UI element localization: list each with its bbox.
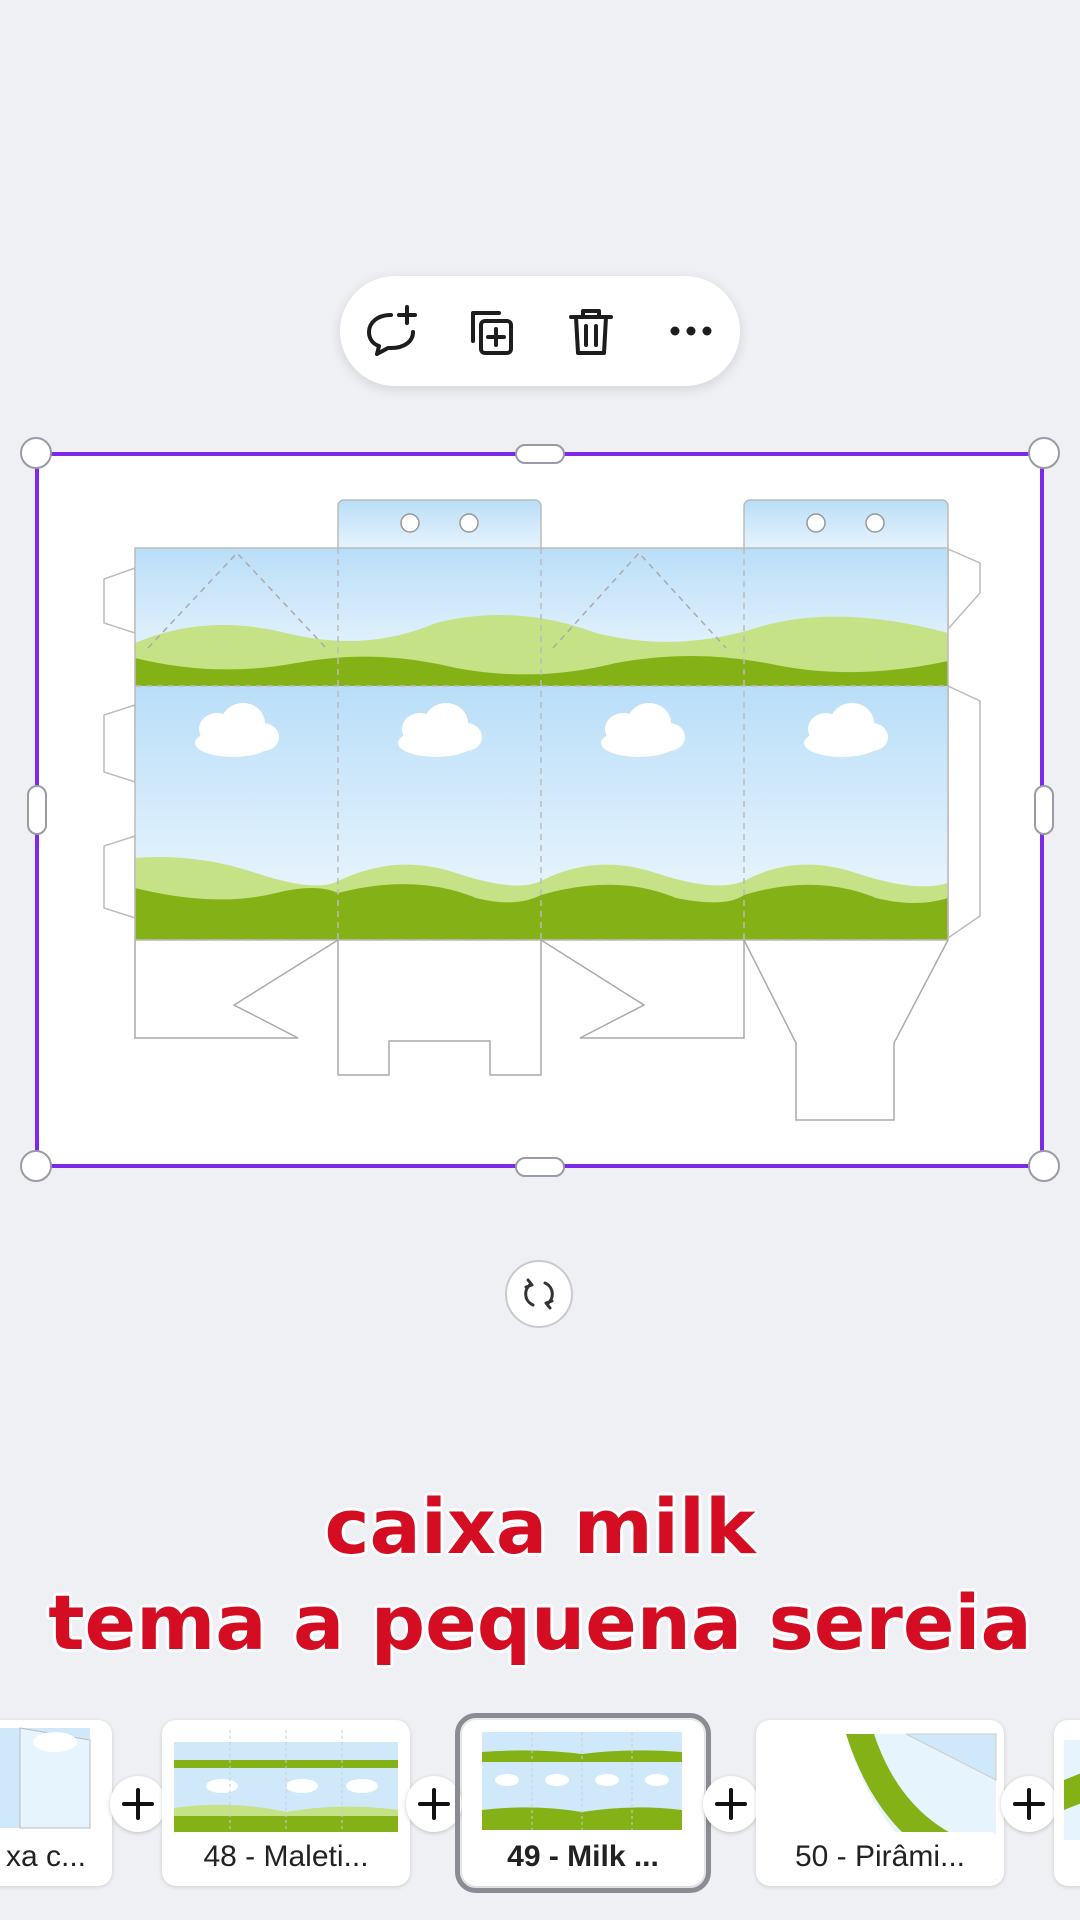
resize-handle-top-right[interactable]: [1028, 437, 1060, 469]
plus-icon: [715, 1788, 747, 1820]
page-thumbnail[interactable]: 48 - Maleti...: [162, 1720, 410, 1886]
plus-icon: [1013, 1788, 1045, 1820]
page-label: 49 - Milk ...: [468, 1832, 698, 1882]
duplicate-button[interactable]: [456, 296, 526, 366]
page-preview: [1064, 1740, 1080, 1840]
add-page-button[interactable]: [110, 1776, 166, 1832]
page-label: 50 - Pirâmi...: [762, 1832, 998, 1882]
page-label: 48 - Maleti...: [168, 1832, 404, 1882]
add-page-button[interactable]: [1001, 1776, 1057, 1832]
plus-icon: [122, 1788, 154, 1820]
resize-handle-bottom-left[interactable]: [20, 1150, 52, 1182]
rotate-button[interactable]: [505, 1260, 573, 1328]
page-label: xa c...: [0, 1832, 106, 1882]
milk-box-template: [103, 499, 981, 1121]
page-thumbnail[interactable]: [1054, 1720, 1080, 1886]
resize-handle-bottom-right[interactable]: [1028, 1150, 1060, 1182]
resize-handle-top[interactable]: [515, 444, 565, 464]
add-page-button[interactable]: [406, 1776, 462, 1832]
caption-line-2: tema a pequena sereia: [48, 1578, 1032, 1667]
resize-handle-right[interactable]: [1034, 785, 1054, 835]
delete-button[interactable]: [556, 296, 626, 366]
add-page-button[interactable]: [703, 1776, 759, 1832]
design-canvas[interactable]: [36, 453, 1044, 1168]
resize-handle-top-left[interactable]: [20, 437, 52, 469]
comment-add-icon: [367, 305, 417, 356]
duplicate-icon: [471, 311, 513, 355]
caption-line-1: caixa milk: [324, 1482, 756, 1571]
page-thumbnail[interactable]: 50 - Pirâmi...: [756, 1720, 1004, 1886]
plus-icon: [418, 1788, 450, 1820]
more-options-button[interactable]: [656, 296, 726, 366]
rotate-icon: [524, 1278, 554, 1310]
page-thumbnail[interactable]: xa c...: [0, 1720, 112, 1886]
page-thumbnail-current[interactable]: 49 - Milk ...: [455, 1713, 711, 1893]
more-icon: [670, 326, 712, 336]
resize-handle-bottom[interactable]: [515, 1157, 565, 1177]
trash-icon: [569, 309, 613, 355]
element-toolbar: [340, 276, 740, 386]
resize-handle-left[interactable]: [27, 785, 47, 835]
add-comment-button[interactable]: [356, 296, 426, 366]
